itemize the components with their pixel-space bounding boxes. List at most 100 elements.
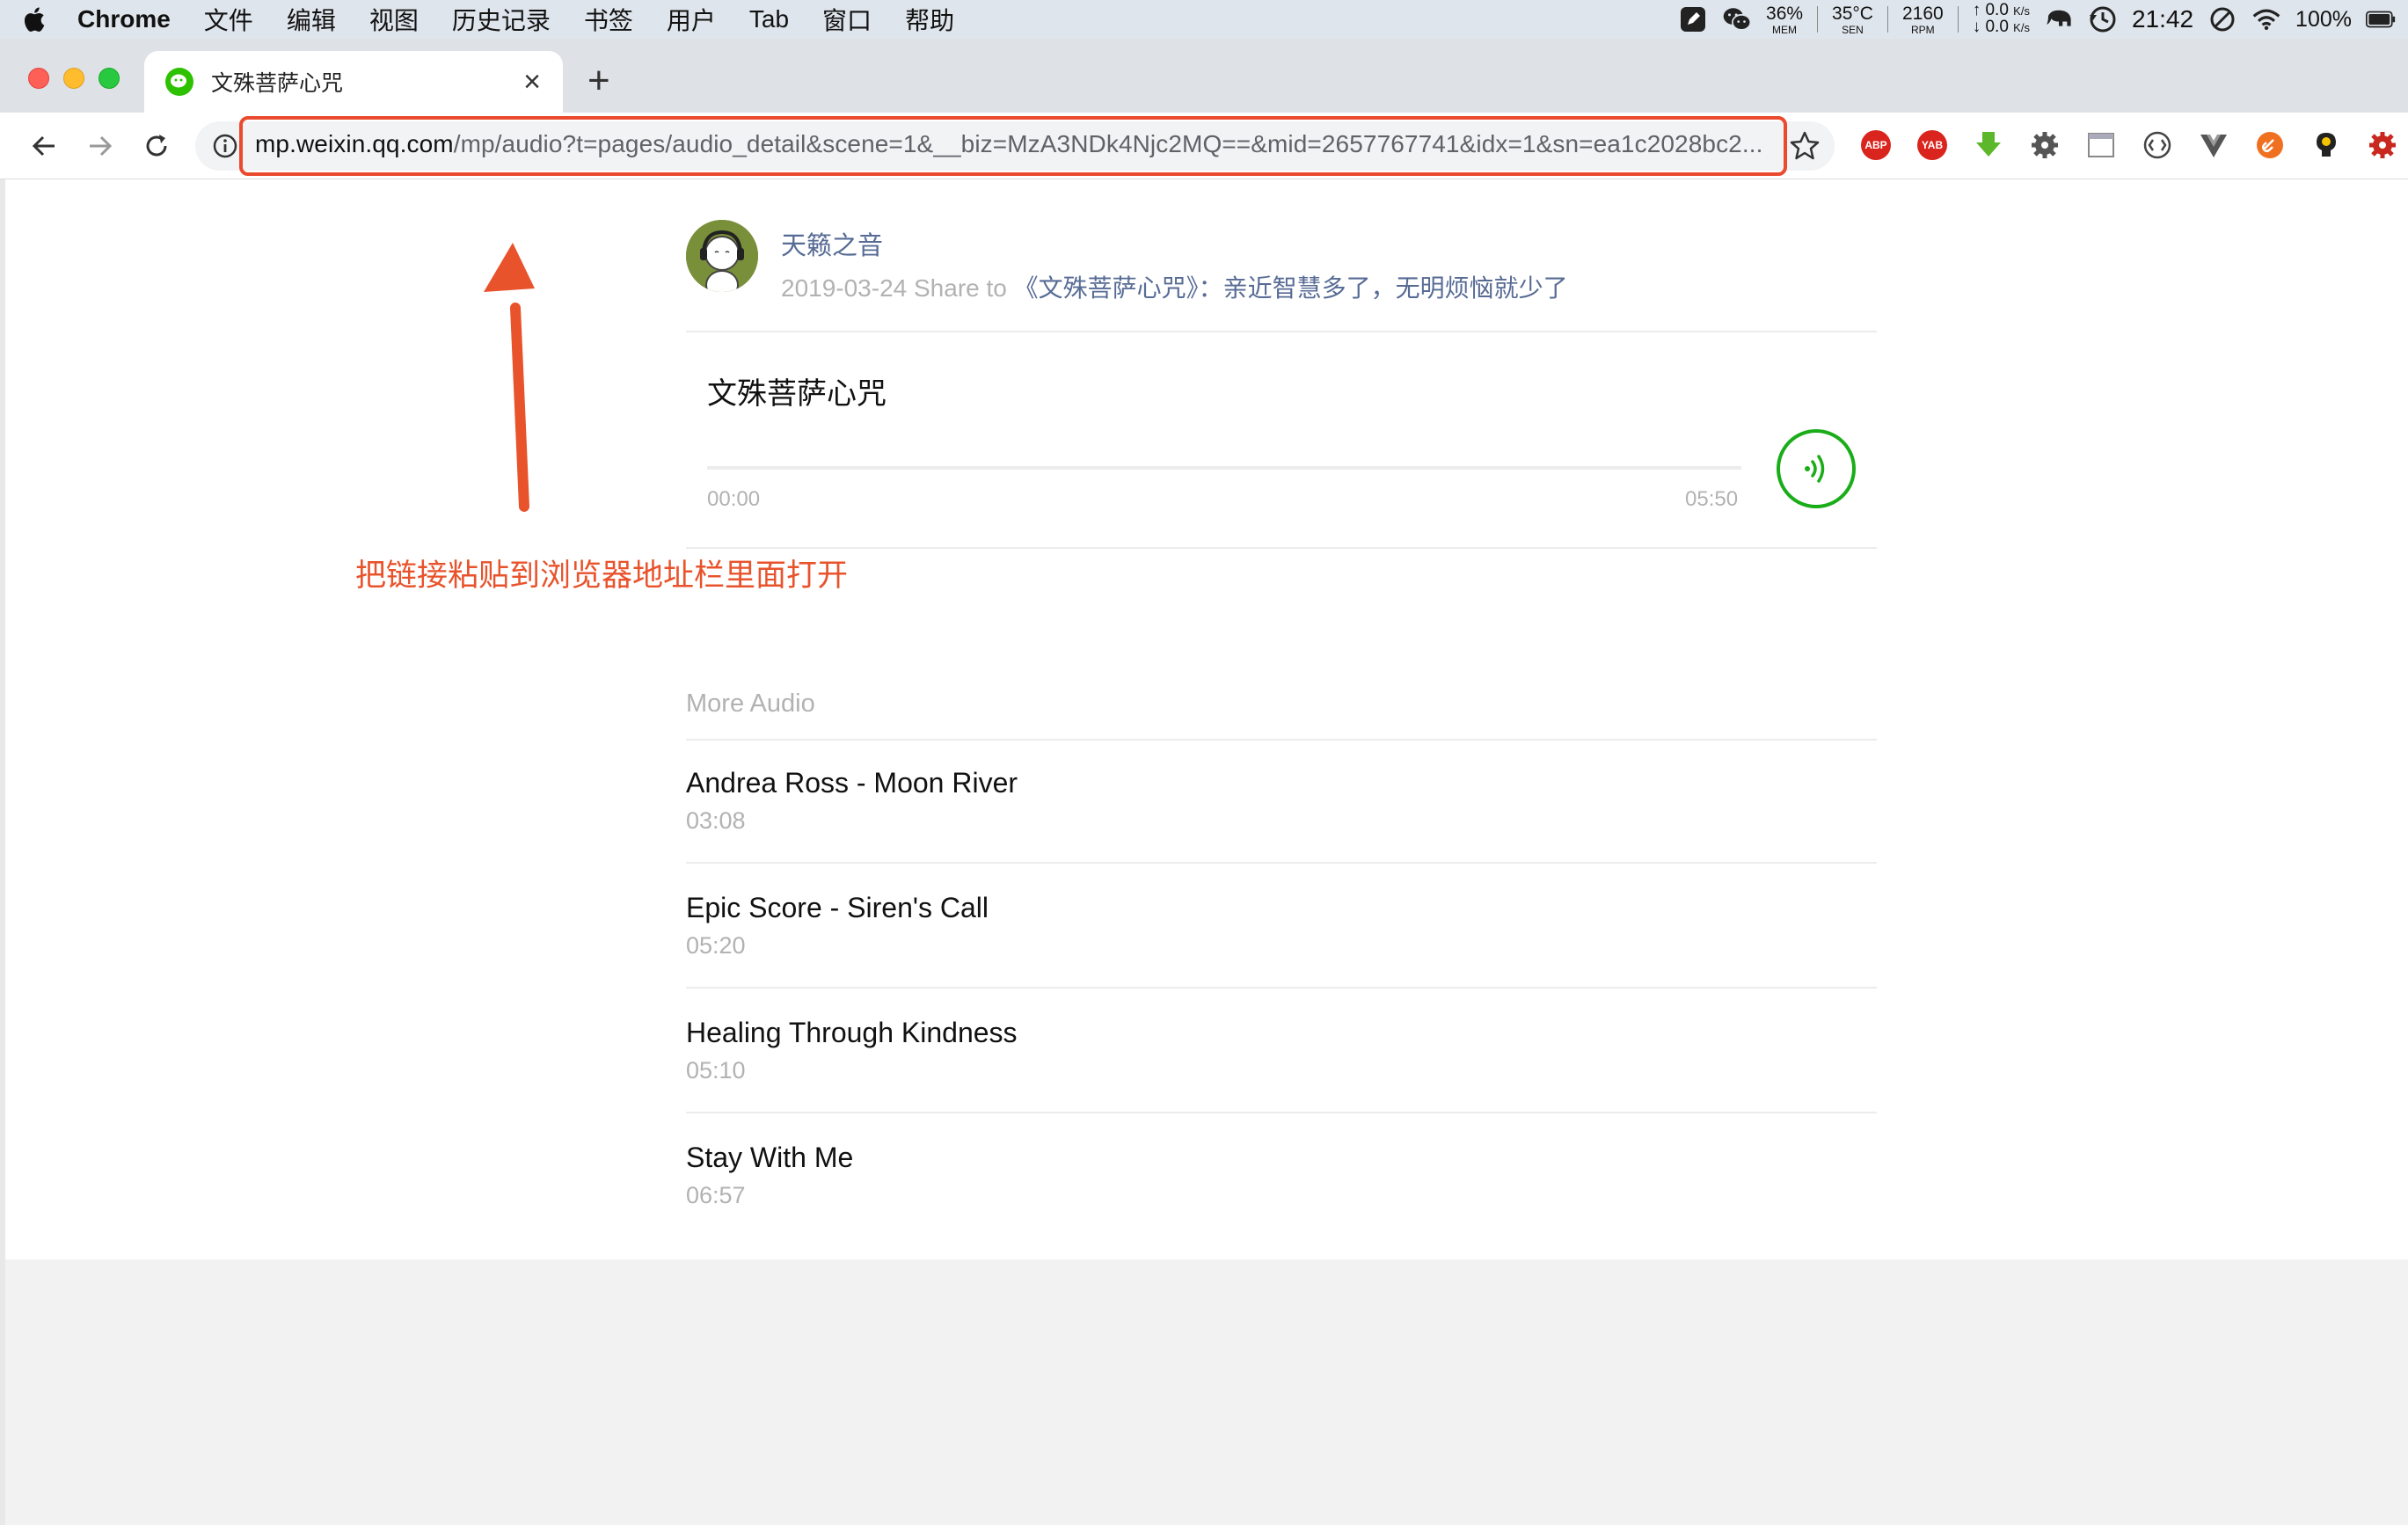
ext-settings[interactable] <box>2028 128 2061 162</box>
divider <box>686 739 1877 741</box>
menu-help[interactable]: 帮助 <box>905 2 954 37</box>
audio-item-name: Epic Score - Siren's Call <box>686 892 989 923</box>
do-not-disturb-icon[interactable] <box>2207 4 2237 34</box>
more-audio-title: More Audio <box>686 690 815 718</box>
menu-people[interactable]: 用户 <box>667 2 716 37</box>
status-separator <box>1957 6 1959 33</box>
reload-button[interactable] <box>137 127 176 165</box>
menu-history[interactable]: 历史记录 <box>452 2 551 37</box>
mem-value: 36% <box>1766 3 1804 24</box>
pencil-app-icon[interactable] <box>1678 4 1708 34</box>
gear-icon <box>2032 132 2058 158</box>
audio-progress-bar[interactable] <box>707 466 1741 470</box>
share-article-link[interactable]: 《文殊菩萨心咒》：亲近智慧多了，无明烦恼就少了 <box>1014 274 1568 302</box>
url-text[interactable]: mp.weixin.qq.com/mp/audio?t=pages/audio_… <box>255 130 1762 158</box>
audio-item-name: Healing Through Kindness <box>686 1017 1018 1048</box>
code-brackets-icon <box>2143 131 2171 159</box>
author-avatar[interactable] <box>686 220 758 292</box>
rpm-label: RPM <box>1910 23 1935 36</box>
menu-window[interactable]: 窗口 <box>822 2 872 37</box>
list-item[interactable]: Stay With Me 06:57 <box>686 1142 1877 1266</box>
list-item[interactable]: Healing Through Kindness 05:10 <box>686 1017 1877 1142</box>
battery-percent: 100% <box>2295 6 2352 32</box>
menubar-status-area: 36% MEM 35°C SEN 2160 RPM ↑ 0.0 K/s ↓ 0.… <box>1678 0 2396 39</box>
info-icon[interactable] <box>213 134 237 158</box>
menu-tab[interactable]: Tab <box>749 5 789 33</box>
youtube-ad-blocker-icon: YAB <box>1917 130 1947 160</box>
window-minimize-button[interactable] <box>63 68 84 89</box>
audio-item-name: Stay With Me <box>686 1142 854 1173</box>
forward-button[interactable] <box>81 127 120 165</box>
audio-play-button[interactable] <box>1777 429 1856 508</box>
reload-icon <box>146 135 167 157</box>
mem-stat[interactable]: 36% MEM <box>1766 4 1803 35</box>
ext-vue[interactable] <box>2197 128 2230 162</box>
red-gear-icon <box>2369 132 2396 158</box>
net-down: ↓ 0.0 K/s <box>1972 18 2030 36</box>
battery-icon[interactable] <box>2366 4 2396 34</box>
menu-edit[interactable]: 编辑 <box>287 2 336 37</box>
list-item[interactable]: Epic Score - Siren's Call 05:20 <box>686 892 1877 1017</box>
menu-file[interactable]: 文件 <box>204 2 253 37</box>
ext-red-gear[interactable] <box>2366 128 2399 162</box>
mem-label: MEM <box>1772 23 1798 36</box>
divider <box>686 1112 1877 1113</box>
tab-active[interactable]: 文殊菩萨心咒 × <box>144 51 563 113</box>
bookmark-star-icon[interactable] <box>1787 128 1822 164</box>
audio-item-duration: 06:57 <box>686 1182 746 1208</box>
url-host: mp.weixin.qq.com <box>255 130 454 157</box>
audio-duration: 05:50 <box>1685 487 1739 511</box>
divider <box>686 862 1877 864</box>
ext-bulb[interactable] <box>2309 128 2343 162</box>
annotation-arrow-icon <box>484 243 535 512</box>
temp-stat[interactable]: 35°C SEN <box>1832 4 1873 35</box>
apple-logo-icon[interactable] <box>21 5 46 33</box>
ext-window[interactable] <box>2084 128 2118 162</box>
tab-strip: 文殊菩萨心咒 × + <box>0 39 2408 113</box>
network-stat[interactable]: ↑ 0.0 K/s ↓ 0.0 K/s <box>1972 2 2030 36</box>
ext-orange-link[interactable] <box>2253 128 2287 162</box>
url-path: /mp/audio?t=pages/audio_detail&scene=1&_… <box>453 130 1763 157</box>
ext-youtube-ad-blocker[interactable]: YAB <box>1915 128 1949 162</box>
divider <box>686 331 1877 332</box>
download-arrow-icon <box>1976 132 2001 157</box>
window-close-button[interactable] <box>28 68 49 89</box>
v-logo-icon <box>2200 135 2227 157</box>
rpm-stat[interactable]: 2160 RPM <box>1902 4 1944 35</box>
cartoon-avatar-icon <box>686 220 758 292</box>
ext-adblock-plus[interactable]: ABP <box>1859 128 1893 162</box>
ext-downloader[interactable] <box>1972 128 2005 162</box>
divider <box>686 987 1877 989</box>
menu-bookmarks[interactable]: 书签 <box>584 2 633 37</box>
window-icon <box>2088 133 2114 157</box>
temp-value: 35°C <box>1832 3 1873 24</box>
audio-item-duration: 03:08 <box>686 807 746 834</box>
wechat-icon[interactable] <box>1722 4 1752 34</box>
list-item[interactable]: Andrea Ross - Moon River 03:08 <box>686 767 1877 892</box>
rpm-value: 2160 <box>1901 3 1944 24</box>
menu-app-chrome[interactable]: Chrome <box>77 5 171 33</box>
link-icon <box>2257 132 2283 158</box>
arrow-left-icon <box>32 135 55 157</box>
window-maximize-button[interactable] <box>99 68 120 89</box>
audio-title: 文殊菩萨心咒 <box>707 377 887 411</box>
ext-code[interactable] <box>2141 128 2174 162</box>
menu-view[interactable]: 视图 <box>369 2 419 37</box>
wechat-favicon-icon <box>165 68 193 96</box>
adblock-plus-icon: ABP <box>1861 130 1891 160</box>
author-name[interactable]: 天籁之音 <box>781 225 883 262</box>
audio-current-time: 00:00 <box>707 487 761 511</box>
macos-menubar: Chrome 文件 编辑 视图 历史记录 书签 用户 Tab 窗口 帮助 36%… <box>0 0 2408 39</box>
tab-close-icon[interactable]: × <box>519 67 545 97</box>
annotation-text: 把链接粘贴到浏览器地址栏里面打开 <box>355 558 849 593</box>
status-separator <box>1817 6 1819 33</box>
arrow-right-icon <box>90 135 113 157</box>
share-date: 2019-03-24 Share to <box>781 274 1014 302</box>
new-tab-button[interactable]: + <box>587 62 610 100</box>
back-button[interactable] <box>25 127 63 165</box>
elephant-icon[interactable] <box>2044 4 2074 34</box>
time-machine-icon[interactable] <box>2088 4 2118 34</box>
head-bulb-icon <box>2317 133 2336 157</box>
menubar-clock[interactable]: 21:42 <box>2132 5 2193 33</box>
wifi-icon[interactable] <box>2251 4 2281 34</box>
